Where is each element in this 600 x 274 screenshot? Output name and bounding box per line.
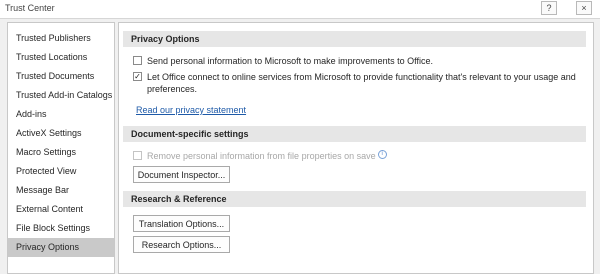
remove-info-label: Remove personal information from file pr… bbox=[147, 150, 583, 162]
close-button[interactable]: × bbox=[576, 1, 592, 15]
document-inspector-button[interactable]: Document Inspector... bbox=[133, 166, 230, 183]
window-title: Trust Center bbox=[5, 3, 55, 13]
sidebar-nav: Trusted Publishers Trusted Locations Tru… bbox=[7, 22, 115, 274]
sidebar-item-activex-settings[interactable]: ActiveX Settings bbox=[8, 124, 114, 143]
sidebar-item-external-content[interactable]: External Content bbox=[8, 200, 114, 219]
remove-info-row: Remove personal information from file pr… bbox=[133, 150, 583, 162]
sidebar-item-trusted-locations[interactable]: Trusted Locations bbox=[8, 48, 114, 67]
send-info-label: Send personal information to Microsoft t… bbox=[147, 56, 433, 66]
sidebar-item-message-bar[interactable]: Message Bar bbox=[8, 181, 114, 200]
send-info-row[interactable]: Send personal information to Microsoft t… bbox=[133, 55, 583, 67]
info-icon: i bbox=[377, 150, 387, 159]
sidebar-item-privacy-options[interactable]: Privacy Options bbox=[8, 238, 114, 257]
connect-online-checkbox[interactable]: ✓ bbox=[133, 72, 142, 81]
send-info-checkbox[interactable] bbox=[133, 56, 142, 65]
help-button[interactable]: ? bbox=[541, 1, 557, 15]
sidebar-item-file-block-settings[interactable]: File Block Settings bbox=[8, 219, 114, 238]
translation-options-button[interactable]: Translation Options... bbox=[133, 215, 230, 232]
remove-info-checkbox bbox=[133, 151, 142, 160]
research-reference-header: Research & Reference bbox=[123, 191, 586, 207]
sidebar-item-macro-settings[interactable]: Macro Settings bbox=[8, 143, 114, 162]
research-options-button[interactable]: Research Options... bbox=[133, 236, 230, 253]
sidebar-item-trusted-add-in-catalogs[interactable]: Trusted Add-in Catalogs bbox=[8, 86, 114, 105]
sidebar-item-protected-view[interactable]: Protected View bbox=[8, 162, 114, 181]
privacy-options-header: Privacy Options bbox=[123, 31, 586, 47]
content-panel: Privacy Options Send personal informatio… bbox=[118, 22, 594, 274]
connect-online-row[interactable]: ✓ Let Office connect to online services … bbox=[133, 71, 583, 95]
connect-online-label: Let Office connect to online services fr… bbox=[147, 72, 576, 94]
title-bar: Trust Center ? × bbox=[0, 0, 600, 19]
sidebar-item-add-ins[interactable]: Add-ins bbox=[8, 105, 114, 124]
sidebar-item-trusted-documents[interactable]: Trusted Documents bbox=[8, 67, 114, 86]
document-specific-header: Document-specific settings bbox=[123, 126, 586, 142]
privacy-statement-link[interactable]: Read our privacy statement bbox=[136, 105, 246, 115]
sidebar-item-trusted-publishers[interactable]: Trusted Publishers bbox=[8, 29, 114, 48]
